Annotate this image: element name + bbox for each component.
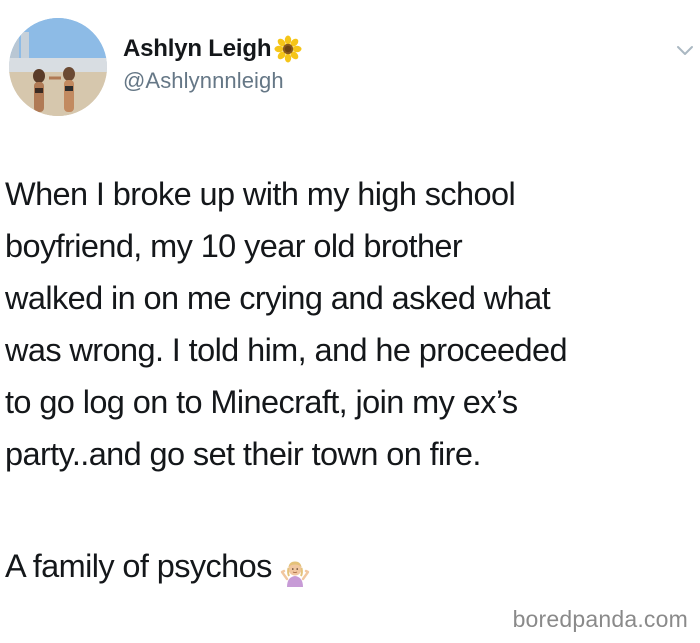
display-name-row: Ashlyn Leigh (123, 34, 302, 64)
avatar[interactable] (9, 18, 107, 116)
sunflower-icon (274, 35, 302, 63)
chevron-down-icon[interactable] (676, 44, 694, 56)
tweet-text-line: walked in on me crying and asked what (5, 280, 551, 316)
tweet-text-line: party..and go set their town on fire. (5, 436, 481, 472)
display-name[interactable]: Ashlyn Leigh (123, 35, 271, 63)
tweet-text-line: When I broke up with my high school (5, 176, 516, 212)
tweet-text-line: boyfriend, my 10 year old brother (5, 228, 463, 264)
tweet-text-line: was wrong. I told him, and he proceeded (5, 332, 568, 368)
watermark-text: boredpanda.com (512, 606, 688, 632)
person-shrugging-icon (280, 551, 310, 587)
tweet-text-line: to go log on to Minecraft, join my ex’s (5, 384, 518, 420)
avatar-photo (9, 18, 107, 116)
tweet-second-paragraph-text: A family of psychos (5, 548, 272, 584)
tweet-text: When I broke up with my high school boyf… (5, 168, 695, 480)
author-block: Ashlyn Leigh @Ashlynnnleigh (123, 34, 302, 94)
user-handle[interactable]: @Ashlynnnleigh (123, 68, 302, 94)
tweet-second-paragraph: A family of psychos (5, 540, 310, 592)
tweet-card: Ashlyn Leigh @Ashlynnnleigh When I broke… (0, 0, 700, 643)
